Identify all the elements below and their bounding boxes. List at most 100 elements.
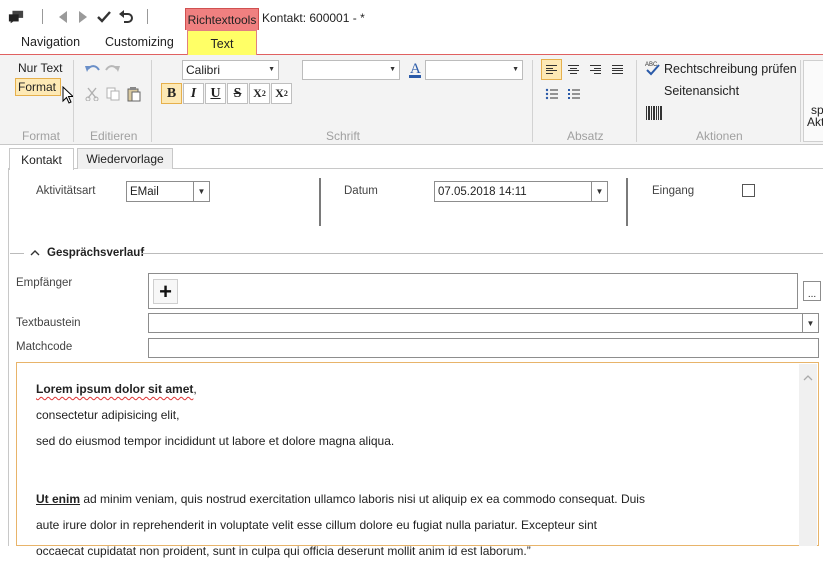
font-color-icon[interactable]: A xyxy=(405,59,425,81)
subscript-mark: 2 xyxy=(261,89,266,98)
vertical-separator xyxy=(319,178,321,226)
align-right-icon xyxy=(590,65,601,74)
back-icon[interactable] xyxy=(55,9,71,25)
numbered-list-icon xyxy=(567,88,580,99)
nur-text-button[interactable]: Nur Text xyxy=(18,61,62,75)
editor-paragraph-1-line-2: consectetur adipisicing elit, xyxy=(36,408,180,422)
empfaenger-field[interactable] xyxy=(148,273,798,309)
group-separator xyxy=(636,60,637,142)
superscript-base: X xyxy=(275,86,284,100)
paste-icon[interactable] xyxy=(124,84,144,104)
chevron-down-icon: ▼ xyxy=(802,314,818,332)
datum-picker[interactable]: 07.05.2018 14:11 ▼ xyxy=(434,181,608,202)
group-label-format: Format xyxy=(22,129,61,143)
tab-customizing[interactable]: Customizing xyxy=(105,35,174,49)
matchcode-label: Matchcode xyxy=(16,341,73,353)
quick-access-separator xyxy=(42,9,43,24)
subscript-button[interactable]: X2 xyxy=(249,83,270,104)
numbered-list-button[interactable] xyxy=(563,83,584,104)
group-label-absatz: Absatz xyxy=(567,129,604,143)
editor-paragraph-2-line-3: occaecat cupidatat non proident, sunt in… xyxy=(36,544,531,558)
aktivitaetsart-value: EMail xyxy=(130,185,159,198)
bold-button[interactable]: B xyxy=(161,83,182,104)
editor-paragraph-1-line-3: sed do eiusmod tempor incididunt ut labo… xyxy=(36,434,395,448)
format-button[interactable]: Format xyxy=(15,78,61,96)
redo-edit-icon[interactable] xyxy=(103,60,123,80)
underline-button[interactable]: U xyxy=(205,83,226,104)
ellipsis-icon: ... xyxy=(807,289,817,300)
textbaustein-select[interactable]: ▼ xyxy=(148,313,819,333)
align-center-icon xyxy=(568,65,579,74)
editor-paragraph-2-line-2: aute irure dolor in reprehenderit in vol… xyxy=(36,518,597,532)
editor-bold-underline-text: Ut enim xyxy=(36,492,81,506)
textbaustein-label: Textbaustein xyxy=(16,317,81,329)
undo-edit-icon[interactable] xyxy=(82,60,102,80)
aktivitaetsart-select[interactable]: EMail ▼ xyxy=(126,181,210,202)
align-left-icon xyxy=(546,65,557,74)
quick-access-separator xyxy=(147,9,148,24)
barcode-icon[interactable] xyxy=(646,106,662,123)
editor-content: Lorem ipsum dolor sit amet, consectetur … xyxy=(36,370,796,570)
svg-text:A: A xyxy=(410,61,421,77)
align-left-button[interactable] xyxy=(541,59,562,80)
editor-paragraph-2-line-1: Ut enim ad minim veniam, quis nostrud ex… xyxy=(36,492,796,506)
vertical-separator xyxy=(626,178,628,226)
group-separator xyxy=(800,60,801,142)
italic-button[interactable]: I xyxy=(183,83,204,104)
align-right-button[interactable] xyxy=(585,59,606,80)
undo-icon[interactable] xyxy=(118,9,134,25)
tab-navigation[interactable]: Navigation xyxy=(21,35,80,49)
bullet-list-icon xyxy=(545,88,558,99)
more-recipients-button[interactable]: ... xyxy=(803,281,821,301)
editor-text: , xyxy=(193,382,197,396)
eingang-checkbox[interactable] xyxy=(742,184,755,197)
tab-text[interactable]: Text xyxy=(187,30,257,56)
align-center-button[interactable] xyxy=(563,59,584,80)
matchcode-input[interactable] xyxy=(148,338,819,358)
strikethrough-button[interactable]: S xyxy=(227,83,248,104)
bullet-list-button[interactable] xyxy=(541,83,562,104)
page-preview-button[interactable]: Seitenansicht xyxy=(664,84,739,98)
group-label-aktionen: Aktionen xyxy=(696,129,743,143)
group-separator xyxy=(151,60,152,142)
subscript-base: X xyxy=(253,86,262,100)
section-divider xyxy=(10,253,24,254)
tab-wiedervorlage[interactable]: Wiedervorlage xyxy=(77,148,173,169)
collapse-chevron-icon[interactable] xyxy=(30,246,40,260)
context-tab-richtexttools[interactable]: Richtexttools xyxy=(185,8,259,30)
eingang-label: Eingang xyxy=(652,185,695,197)
plus-icon: + xyxy=(159,278,172,304)
editor-empty-line xyxy=(36,460,796,480)
section-title: Gesprächsverlauf xyxy=(47,247,145,259)
font-family-value: Calibri xyxy=(186,63,221,77)
overflow-group[interactable] xyxy=(803,60,823,142)
chat-icon[interactable] xyxy=(8,9,24,25)
aktivitaetsart-label: Aktivitätsart xyxy=(36,185,96,197)
superscript-button[interactable]: X2 xyxy=(271,83,292,104)
check-icon[interactable] xyxy=(96,9,112,25)
scroll-up-icon[interactable] xyxy=(803,370,813,384)
chevron-down-icon: ▼ xyxy=(512,66,519,73)
spellcheck-icon[interactable]: ABC xyxy=(645,60,661,79)
forward-icon[interactable] xyxy=(75,9,91,25)
group-separator xyxy=(532,60,533,142)
copy-icon[interactable] xyxy=(103,84,123,104)
add-recipient-button[interactable]: + xyxy=(153,279,178,304)
editor-scrollbar[interactable] xyxy=(799,364,817,546)
datum-label: Datum xyxy=(344,185,378,197)
window-title: Kontakt: 600001 - * xyxy=(262,11,365,25)
chevron-down-icon: ▼ xyxy=(591,182,607,201)
cut-icon[interactable] xyxy=(82,84,102,104)
tab-kontakt[interactable]: Kontakt xyxy=(9,148,74,170)
section-divider xyxy=(141,253,823,254)
font-size-select[interactable]: ▼ xyxy=(302,60,400,80)
font-color-select[interactable]: ▼ xyxy=(425,60,523,80)
empfaenger-label: Empfänger xyxy=(16,277,73,289)
datum-value: 07.05.2018 14:11 xyxy=(438,185,527,198)
font-family-select[interactable]: Calibri ▼ xyxy=(182,60,279,80)
chevron-down-icon: ▼ xyxy=(193,182,209,201)
justify-button[interactable] xyxy=(607,59,628,80)
justify-icon xyxy=(612,65,623,74)
spellcheck-button[interactable]: Rechtschreibung prüfen xyxy=(664,62,797,76)
group-label-schrift: Schrift xyxy=(326,129,361,143)
